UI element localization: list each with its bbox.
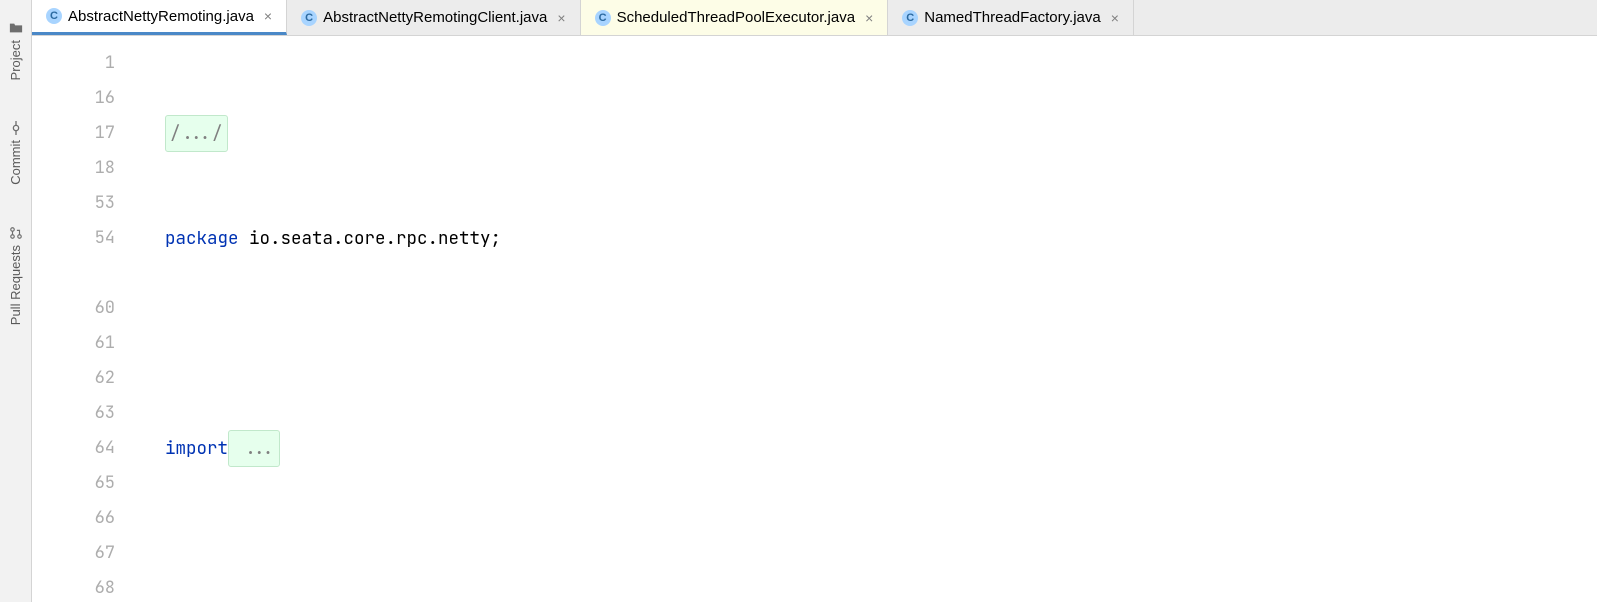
keyword: import — [165, 431, 228, 466]
line-number — [32, 256, 115, 291]
tab-label: AbstractNettyRemoting.java — [68, 8, 254, 25]
line-gutter: 1 16 17 18 53 54 60 61 62 63 64 65 66 67… — [32, 36, 147, 602]
line-number: 66 — [32, 501, 115, 536]
close-icon[interactable]: × — [557, 10, 565, 26]
line-number: 18 — [32, 151, 115, 186]
tab-named-thread-factory[interactable]: C NamedThreadFactory.java × — [888, 0, 1134, 35]
class-file-icon: C — [46, 8, 62, 24]
folder-icon — [8, 20, 24, 36]
tab-abstract-netty-remoting[interactable]: C AbstractNettyRemoting.java × — [32, 0, 287, 35]
tab-label: NamedThreadFactory.java — [924, 9, 1100, 26]
close-icon[interactable]: × — [1111, 10, 1119, 26]
line-number: 17 — [32, 116, 115, 151]
line-number: 62 — [32, 361, 115, 396]
line-number: 61 — [32, 326, 115, 361]
line-number: 65 — [32, 466, 115, 501]
code-content[interactable]: /.../ package io.seata.core.rpc.netty; i… — [147, 36, 1597, 602]
tool-commit-label: Commit — [8, 140, 23, 185]
line-number: 60 — [32, 291, 115, 326]
tab-abstract-netty-remoting-client[interactable]: C AbstractNettyRemotingClient.java × — [287, 0, 580, 35]
close-icon[interactable]: × — [264, 8, 272, 24]
code-editor[interactable]: 1 16 17 18 53 54 60 61 62 63 64 65 66 67… — [32, 36, 1597, 602]
left-tool-strip: Project Commit Pull Requests — [0, 0, 32, 602]
package-path: io.seata.core.rpc.netty; — [239, 221, 502, 256]
commit-icon — [8, 120, 24, 136]
tool-project-label: Project — [8, 40, 23, 80]
close-icon[interactable]: × — [865, 10, 873, 26]
tab-label: ScheduledThreadPoolExecutor.java — [617, 9, 856, 26]
line-number: 53 — [32, 186, 115, 221]
tool-commit[interactable]: Commit — [8, 120, 24, 185]
tool-project[interactable]: Project — [8, 20, 24, 80]
editor-tab-bar: C AbstractNettyRemoting.java × C Abstrac… — [32, 0, 1597, 36]
pull-request-icon — [8, 225, 24, 241]
class-file-icon: C — [301, 10, 317, 26]
folded-region[interactable]: /.../ — [165, 115, 228, 152]
class-file-icon: C — [902, 10, 918, 26]
line-number: 64 — [32, 431, 115, 466]
tool-pr-label: Pull Requests — [8, 245, 23, 325]
tool-pull-requests[interactable]: Pull Requests — [8, 225, 24, 325]
line-number: 67 — [32, 536, 115, 571]
keyword: package — [165, 221, 239, 256]
line-number: 68 — [32, 571, 115, 606]
line-number: 16 — [32, 81, 115, 116]
tab-label: AbstractNettyRemotingClient.java — [323, 9, 547, 26]
tab-scheduled-thread-pool-executor[interactable]: C ScheduledThreadPoolExecutor.java × — [581, 0, 889, 35]
line-number: 63 — [32, 396, 115, 431]
line-number: 54 — [32, 221, 115, 256]
line-number: 1 — [32, 46, 115, 81]
class-file-icon: C — [595, 10, 611, 26]
folded-imports[interactable]: ... — [228, 430, 280, 467]
